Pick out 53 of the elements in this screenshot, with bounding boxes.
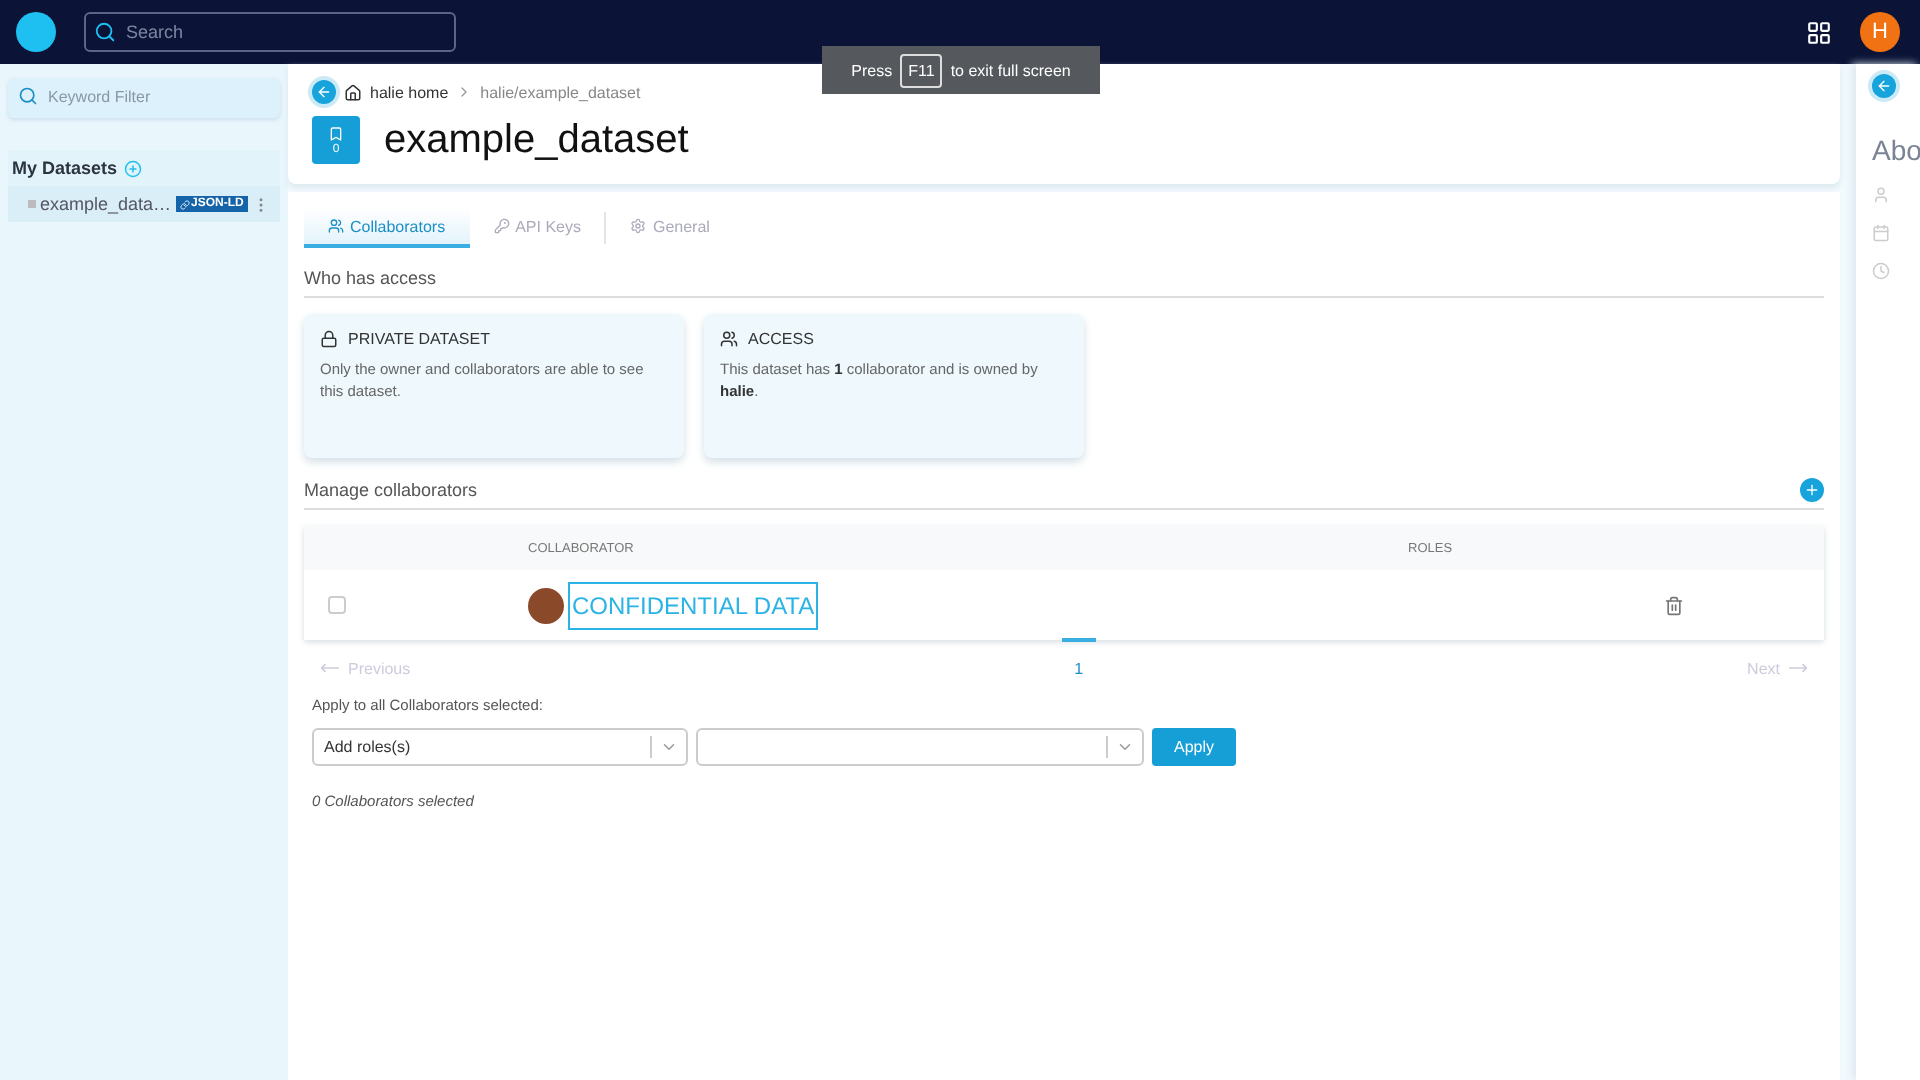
back-button[interactable] xyxy=(1872,74,1896,98)
app-logo[interactable] xyxy=(16,12,56,52)
calendar-icon xyxy=(1872,224,1890,242)
avatar-placeholder xyxy=(528,587,564,623)
section-heading: Who has access xyxy=(304,268,1824,298)
delete-icon[interactable] xyxy=(1664,595,1684,615)
arrow-left-icon xyxy=(320,658,340,678)
lock-icon xyxy=(320,330,338,348)
user-icon xyxy=(1872,186,1890,204)
key-icon xyxy=(493,218,510,234)
users-icon xyxy=(328,218,344,234)
link-icon xyxy=(179,199,190,209)
user-avatar[interactable]: H xyxy=(1860,12,1900,52)
roles-select[interactable]: Add roles(s) xyxy=(312,728,688,766)
clock-icon xyxy=(1872,262,1890,280)
row-checkbox[interactable] xyxy=(328,596,346,614)
key-label: F11 xyxy=(900,53,943,87)
apply-button[interactable]: Apply xyxy=(1152,728,1237,766)
dataset-title: example_dataset xyxy=(384,117,689,163)
gear-icon xyxy=(630,218,647,234)
tab[interactable]: API Keys xyxy=(469,208,605,248)
home-icon xyxy=(344,83,362,101)
notice-text: Press xyxy=(851,61,893,79)
apps-grid-icon[interactable] xyxy=(1806,19,1832,45)
dataset-name: example_data… xyxy=(40,194,172,214)
chevron-down-icon xyxy=(660,738,678,756)
keyword-filter-field[interactable]: Keyword Filter xyxy=(8,77,280,117)
bookmark-icon xyxy=(328,125,344,141)
page-link[interactable]: 1 xyxy=(1062,638,1096,678)
arrow-left-icon xyxy=(316,84,332,100)
arrow-right-icon xyxy=(1788,658,1808,678)
add-button[interactable] xyxy=(1800,478,1824,502)
collaborator-name: CONFIDENTIAL DATA xyxy=(568,581,819,629)
plus-icon xyxy=(1804,482,1820,498)
chevron-down-icon xyxy=(1116,738,1134,756)
back-button[interactable] xyxy=(312,80,336,104)
card-title: PRIVATE DATASET xyxy=(348,330,490,348)
breadcrumb-link[interactable]: halie home xyxy=(370,83,449,101)
search-field[interactable]: Search xyxy=(84,12,456,52)
tab[interactable]: General xyxy=(606,208,734,248)
section-title: My Datasets xyxy=(12,158,118,178)
breadcrumb-path[interactable]: halie/example_dataset xyxy=(480,83,641,101)
arrow-left-icon xyxy=(1876,78,1892,94)
notice-text: to exit full screen xyxy=(950,61,1071,79)
card-title: ACCESS xyxy=(748,330,814,348)
select-field[interactable] xyxy=(696,728,1144,766)
panel-title: Abo xyxy=(1872,134,1920,166)
add-icon[interactable] xyxy=(123,159,142,177)
users-icon xyxy=(720,330,738,348)
section-heading: Manage collaborators xyxy=(304,480,478,500)
search-icon xyxy=(18,86,38,106)
search-icon xyxy=(94,21,116,43)
tab[interactable]: Collaborators xyxy=(304,208,470,248)
